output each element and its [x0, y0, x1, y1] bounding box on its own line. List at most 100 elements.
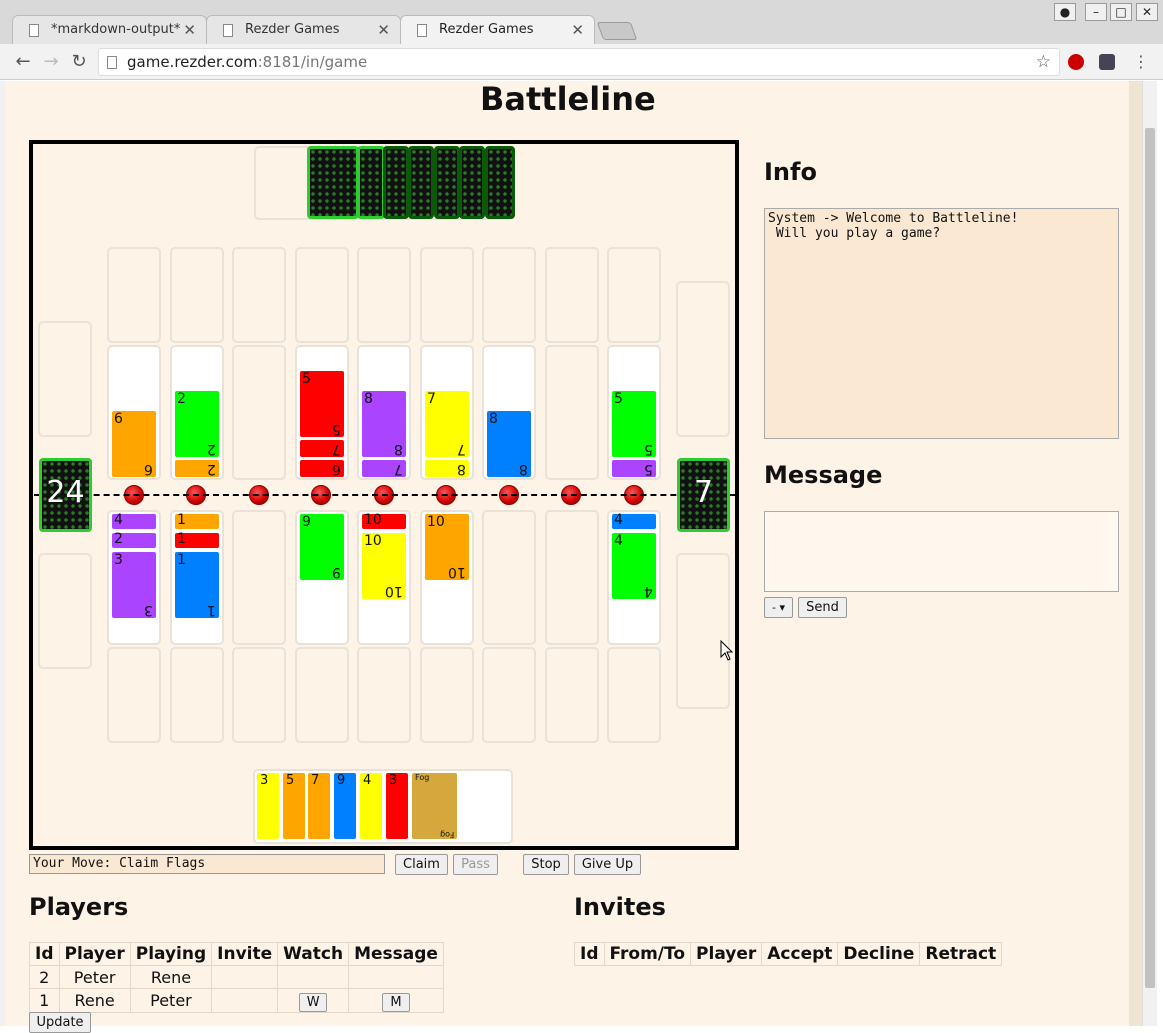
close-window-button[interactable]: ✕	[1136, 3, 1158, 21]
card-value-inverted: 8	[519, 461, 528, 477]
bookmark-star-icon[interactable]: ☆	[1036, 52, 1051, 72]
card-slot[interactable]	[295, 247, 349, 343]
card-value-inverted: 7	[394, 461, 403, 477]
back-icon[interactable]: ←	[12, 51, 34, 73]
extension-icon[interactable]	[1099, 54, 1115, 70]
give-up-button[interactable]: Give Up	[574, 854, 641, 875]
reload-icon[interactable]: ↻	[68, 51, 90, 73]
forward-icon[interactable]: →	[40, 51, 62, 73]
card-value-inverted: 10	[385, 583, 403, 599]
new-tab-button[interactable]	[596, 22, 638, 40]
player-card[interactable]: 10 10	[362, 533, 406, 599]
player-card[interactable]: 4	[112, 512, 156, 529]
cell-playing: Peter	[129, 988, 213, 1013]
card-value-inverted: 10	[448, 564, 466, 580]
player-card[interactable]: 4	[612, 512, 656, 529]
card-value: 1	[177, 512, 186, 528]
card-value-inverted: 8	[457, 461, 466, 477]
profile-icon[interactable]: ●	[1054, 3, 1076, 21]
troop-deck-count: 24	[46, 475, 85, 510]
card-slot[interactable]	[232, 647, 286, 743]
table-row: 1 Rene Peter W M	[29, 988, 444, 1013]
hand-card[interactable]: 3	[386, 773, 408, 839]
card-slot[interactable]	[607, 247, 661, 343]
card-slot[interactable]	[545, 647, 599, 743]
hand-card[interactable]: Fog Fog	[412, 773, 457, 839]
minimize-button[interactable]: –	[1085, 3, 1107, 21]
card-slot[interactable]	[232, 345, 286, 480]
card-slot[interactable]	[107, 647, 161, 743]
scrollbar-thumb[interactable]	[1145, 128, 1155, 988]
tactic-deck[interactable]: 7	[677, 458, 730, 532]
hand-card[interactable]: 4	[360, 773, 382, 839]
player-card[interactable]: 1	[175, 531, 219, 548]
card-value-inverted: 5	[644, 441, 653, 457]
maximize-button[interactable]: □	[1110, 3, 1132, 21]
card-value: 6	[114, 411, 123, 427]
card-value: 7	[427, 391, 436, 407]
move-status-field[interactable]: Your Move: Claim Flags	[29, 854, 385, 874]
close-tab-icon[interactable]: ✕	[183, 21, 196, 39]
send-button[interactable]: Send	[798, 597, 847, 618]
claim-button[interactable]: Claim	[395, 854, 448, 875]
hand-card[interactable]: 5	[283, 773, 305, 839]
cell-watch: W	[277, 988, 350, 1013]
card-slot[interactable]	[420, 647, 474, 743]
watch-button[interactable]: W	[299, 993, 328, 1012]
table-row: 2 Peter Rene	[29, 965, 444, 989]
card-slot[interactable]	[295, 647, 349, 743]
card-value-inverted: 5	[332, 421, 341, 437]
opponent-card-back	[485, 146, 515, 219]
card-slot[interactable]	[545, 510, 599, 645]
message-recipient-select[interactable]: - ▾	[764, 597, 793, 618]
message-heading: Message	[764, 461, 883, 489]
player-card[interactable]: 99	[300, 514, 344, 580]
opponent-card: 7	[362, 460, 406, 477]
card-slot[interactable]	[545, 247, 599, 343]
close-tab-icon[interactable]: ✕	[377, 21, 390, 39]
pass-button[interactable]: Pass	[453, 854, 498, 875]
tab-rezder-games-1[interactable]: Rezder Games ✕	[206, 15, 401, 44]
update-button[interactable]: Update	[29, 1012, 91, 1033]
player-card[interactable]: 33	[112, 552, 156, 618]
player-card[interactable]: 10	[362, 512, 406, 529]
player-card[interactable]: 11	[175, 552, 219, 618]
close-tab-icon[interactable]: ✕	[571, 21, 584, 39]
card-slot[interactable]	[170, 647, 224, 743]
info-textarea[interactable]: System -> Welcome to Battleline! Will yo…	[764, 208, 1119, 439]
hand-card[interactable]: 9	[334, 773, 356, 839]
message-textarea[interactable]	[764, 511, 1119, 592]
card-slot[interactable]	[232, 510, 286, 645]
hand-card[interactable]: 3	[257, 773, 279, 839]
card-slot[interactable]	[357, 647, 411, 743]
menu-icon[interactable]: ⋮	[1130, 51, 1152, 73]
player-card[interactable]: 44	[612, 533, 656, 599]
card-slot[interactable]	[420, 247, 474, 343]
card-slot[interactable]	[545, 345, 599, 480]
info-heading: Info	[764, 158, 817, 186]
stop-button[interactable]: Stop	[523, 854, 569, 875]
tab-rezder-games-2[interactable]: Rezder Games ✕	[400, 15, 595, 44]
tab-markdown-output[interactable]: *markdown-output* ✕	[12, 15, 207, 44]
card-slot[interactable]	[482, 647, 536, 743]
ublock-icon[interactable]	[1068, 54, 1084, 70]
address-bar[interactable]: game.rezder.com:8181/in/game ☆	[98, 48, 1060, 76]
troop-deck[interactable]: 24	[39, 458, 92, 532]
card-value-inverted: 2	[207, 441, 216, 457]
card-slot[interactable]	[482, 247, 536, 343]
card-slot[interactable]	[107, 247, 161, 343]
opponent-card-back	[434, 146, 460, 219]
card-slot[interactable]	[607, 647, 661, 743]
players-table: Id Player Playing Invite Watch Message 2…	[29, 942, 444, 1013]
card-slot[interactable]	[357, 247, 411, 343]
card-slot[interactable]	[482, 510, 536, 645]
card-slot[interactable]	[170, 247, 224, 343]
cell-playing: Rene	[129, 965, 213, 989]
card-value: 4	[614, 533, 623, 549]
message-player-button[interactable]: M	[382, 993, 411, 1012]
card-slot[interactable]	[232, 247, 286, 343]
player-card[interactable]: 10 10	[425, 514, 469, 580]
player-card[interactable]: 1	[175, 512, 219, 529]
player-card[interactable]: 2	[112, 531, 156, 548]
hand-card[interactable]: 7	[308, 773, 330, 839]
